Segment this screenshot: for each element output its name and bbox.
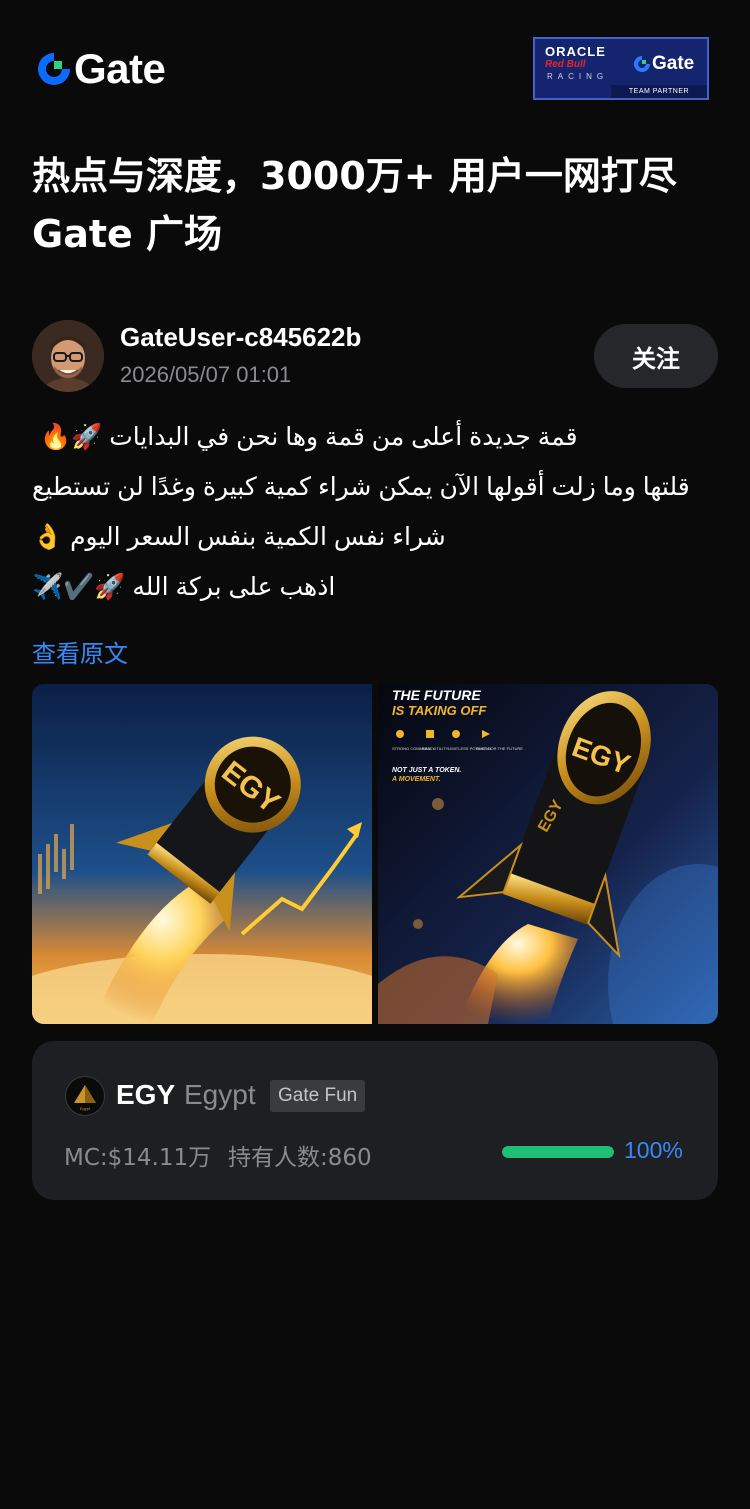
partner-gate-text: Gate [652,53,695,74]
poster-tag-2: A MOVEMENT. [391,776,441,783]
egypt-token-icon: Egypt [65,1076,105,1116]
feature-label: REAL UTILITY [422,746,449,751]
post-line: قمة جديدة أعلى من قمة وها نحن في البدايا… [40,423,578,451]
holders-count: 持有人数:860 [228,1145,372,1171]
progress-percent: 100% [624,1137,683,1163]
gate-logo[interactable]: Gate [36,45,166,92]
post-date: 2026/05/07 01:01 [120,362,292,387]
view-original-link[interactable]: 查看原文 [32,634,128,669]
gate-logo-icon [38,53,70,85]
page-headline: 热点与深度，3000万+ 用户一网打尽 Gate 广场 [32,148,722,264]
rocket-image: EGY [32,684,372,1024]
author-name[interactable]: GateUser-c845622b [120,322,361,353]
feature-label: BUILT FOR THE FUTURE [476,746,523,751]
rocket-poster-image: EGY EGY THE FUTURE IS TAKING OFF STRONG … [378,684,718,1024]
post-image-rocket-right[interactable]: EGY EGY THE FUTURE IS TAKING OFF STRONG … [378,684,718,1024]
market-cap: MC:$14.11万 [64,1145,212,1171]
post-author: GateUser-c845622b 2026/05/07 01:01 关注 [32,318,718,392]
progress-bar-fill [502,1146,614,1158]
partner-redbull-text: Red Bull [545,59,586,70]
token-symbol: EGY [116,1079,176,1110]
poster-title-2: IS TAKING OFF [392,703,487,718]
token-card[interactable]: Egypt EGY Egypt Gate Fun MC:$14.11万 持有人数… [32,1041,718,1200]
app-header: Gate ORACLE Red Bull RACING Gate TEAM PA… [0,0,750,130]
partner-gate-icon [634,56,650,72]
progress-bar [502,1146,614,1158]
pyramid-icon: Egypt [74,1085,96,1111]
headline-line-1: 热点与深度，3000万+ 用户一网打尽 [32,154,677,198]
partner-racing-text: RACING [547,72,609,81]
token-name: Egypt [184,1079,256,1110]
poster-tag-1: NOT JUST A TOKEN. [392,767,461,774]
token-icon-label: Egypt [80,1106,91,1111]
headline-line-2: Gate 广场 [32,212,223,256]
post-line: قلتها وما زلت أقولها الآن يمكن شراء كمية… [32,473,690,501]
poster-title-1: THE FUTURE [392,687,481,703]
potential-icon [452,730,460,738]
avatar-image [32,320,104,392]
follow-button[interactable]: 关注 [594,324,718,388]
partner-team-tag: TEAM PARTNER [611,85,707,98]
post-line: اذهب على بركة الله 🚀✔️✈️ [32,573,336,601]
partner-gate-logo: Gate [633,53,694,75]
avatar[interactable] [32,320,104,392]
post-image-rocket-left[interactable]: EGY [32,684,372,1024]
partner-banner[interactable]: ORACLE Red Bull RACING Gate TEAM PARTNER [533,37,709,100]
community-icon [396,730,404,738]
post-line: شراء نفس الكمية بنفس السعر اليوم 👌 [32,523,446,551]
logo-text: Gate [74,45,166,92]
utility-icon [426,730,434,738]
partner-oracle-text: ORACLE [545,44,606,59]
platform-badge: Gate Fun [270,1080,366,1112]
post-content: قمة جديدة أعلى من قمة وها نحن في البدايا… [32,412,718,612]
